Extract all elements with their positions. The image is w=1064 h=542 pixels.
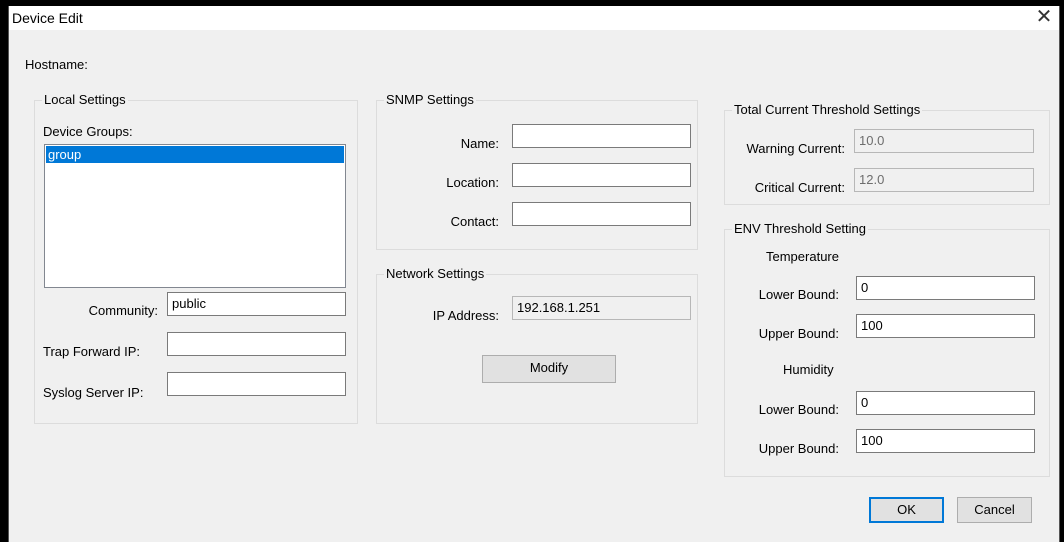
- temp-upper-bound-label: Upper Bound:: [758, 326, 839, 341]
- trap-forward-label: Trap Forward IP:: [43, 344, 141, 359]
- close-icon[interactable]: ✕: [1033, 6, 1055, 30]
- device-edit-dialog: Device Edit ✕ Hostname: Local Settings D…: [8, 6, 1060, 542]
- env-threshold-legend: ENV Threshold Setting: [732, 221, 868, 236]
- warning-current-label: Warning Current:: [746, 141, 846, 156]
- hum-upper-bound-field[interactable]: 100: [856, 429, 1035, 453]
- snmp-location-label: Location:: [446, 175, 499, 190]
- critical-current-field: 12.0: [854, 168, 1034, 192]
- snmp-settings-legend: SNMP Settings: [384, 92, 476, 107]
- temp-upper-bound-field[interactable]: 100: [856, 314, 1035, 338]
- hum-lower-bound-field[interactable]: 0: [856, 391, 1035, 415]
- snmp-name-label: Name:: [460, 136, 499, 151]
- community-field[interactable]: public: [167, 292, 346, 316]
- snmp-contact-label: Contact:: [450, 214, 499, 229]
- temp-lower-bound-field[interactable]: 0: [856, 276, 1035, 300]
- network-settings-legend: Network Settings: [384, 266, 487, 281]
- window-title: Device Edit: [12, 10, 83, 26]
- ip-address-field: 192.168.1.251: [512, 296, 691, 320]
- ok-button[interactable]: OK: [869, 497, 944, 523]
- hum-lower-bound-label: Lower Bound:: [758, 402, 839, 417]
- snmp-location-field[interactable]: [512, 163, 691, 187]
- warning-current-field: 10.0: [854, 129, 1034, 153]
- hum-upper-bound-label: Upper Bound:: [758, 441, 839, 456]
- title-bar: Device Edit ✕: [9, 6, 1059, 30]
- temperature-label: Temperature: [766, 249, 839, 264]
- list-item[interactable]: group: [46, 146, 344, 163]
- snmp-contact-field[interactable]: [512, 202, 691, 226]
- humidity-label: Humidity: [783, 362, 834, 377]
- syslog-server-ip-field[interactable]: [167, 372, 346, 396]
- ip-address-label: IP Address:: [432, 308, 499, 323]
- trap-forward-ip-field[interactable]: [167, 332, 346, 356]
- syslog-server-label: Syslog Server IP:: [43, 385, 144, 400]
- modify-button[interactable]: Modify: [482, 355, 616, 383]
- hostname-label: Hostname:: [25, 57, 88, 72]
- device-groups-list[interactable]: group: [44, 144, 346, 288]
- community-label: Community:: [88, 303, 158, 318]
- local-settings-legend: Local Settings: [42, 92, 128, 107]
- critical-current-label: Critical Current:: [754, 180, 845, 195]
- total-current-legend: Total Current Threshold Settings: [732, 102, 923, 117]
- cancel-button[interactable]: Cancel: [957, 497, 1032, 523]
- temp-lower-bound-label: Lower Bound:: [758, 287, 839, 302]
- snmp-name-field[interactable]: [512, 124, 691, 148]
- device-groups-label: Device Groups:: [43, 124, 133, 139]
